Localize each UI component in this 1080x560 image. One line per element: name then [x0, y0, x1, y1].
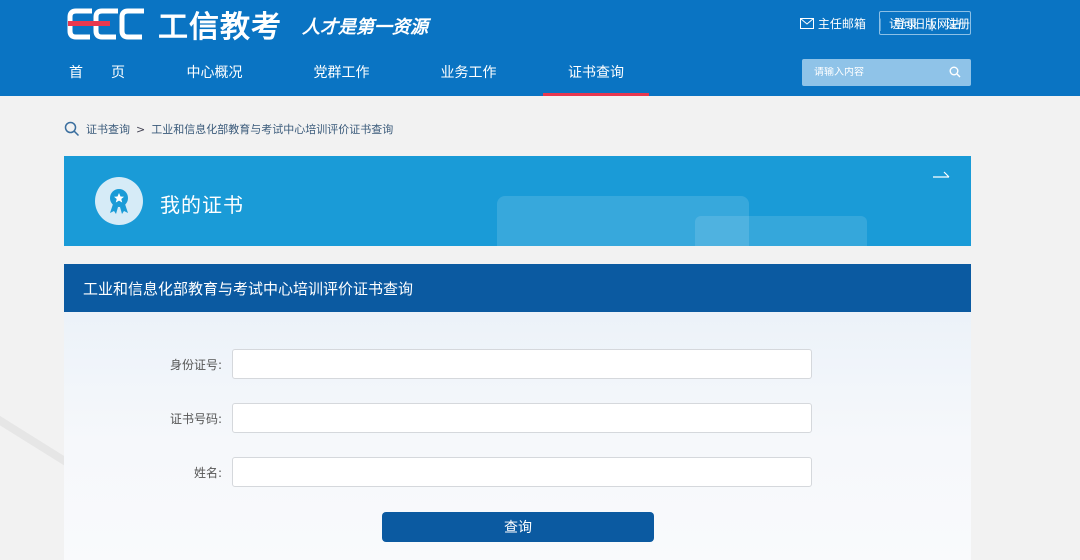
- nav-item-business[interactable]: 业务工作: [426, 48, 511, 96]
- breadcrumb-certificate-query[interactable]: 证书查询: [86, 121, 130, 137]
- old-site-button[interactable]: 访问旧版网站: [879, 11, 971, 35]
- mail-icon: [799, 18, 814, 29]
- search-icon[interactable]: [949, 66, 961, 78]
- certificate-number-field[interactable]: [232, 403, 812, 433]
- search-icon: [64, 121, 80, 137]
- certificate-number-label: 证书号码:: [169, 411, 222, 426]
- form-row-name: 姓名:: [64, 457, 812, 487]
- arrow-right-icon[interactable]: [933, 170, 951, 180]
- breadcrumb-separator: >: [136, 122, 146, 136]
- logo-chinese-name: 工信教考: [158, 10, 282, 45]
- form-title: 工业和信息化部教育与考试中心培训评价证书查询: [64, 264, 971, 312]
- query-button[interactable]: 查询: [382, 512, 654, 542]
- certificate-query-form: 工业和信息化部教育与考试中心培训评价证书查询 身份证号: 证书号码: 姓名: 查…: [64, 264, 971, 560]
- nav-item-certificate[interactable]: 证书查询: [543, 48, 649, 96]
- site-search: [802, 59, 971, 86]
- search-input[interactable]: [814, 67, 944, 78]
- nav-item-home[interactable]: 首 页: [64, 48, 130, 96]
- banner-title: 我的证书: [160, 193, 244, 217]
- cec-logo-mark: [66, 7, 150, 41]
- nav-item-about[interactable]: 中心概况: [172, 48, 257, 96]
- my-certificate-banner: 我的证书: [64, 156, 971, 246]
- site-logo[interactable]: 工信教考 人才是第一资源: [66, 6, 428, 45]
- nav-item-party[interactable]: 党群工作: [299, 48, 384, 96]
- main-nav: 首 页 中心概况 党群工作 业务工作 证书查询: [64, 48, 649, 96]
- name-label: 姓名:: [193, 465, 222, 480]
- id-number-label: 身份证号:: [169, 357, 222, 372]
- logo-slogan: 人才是第一资源: [302, 17, 428, 38]
- breadcrumb: 证书查询 > 工业和信息化部教育与考试中心培训评价证书查询: [64, 121, 393, 137]
- certificate-badge-icon: [95, 177, 143, 225]
- mail-link-label: 主任邮箱: [817, 17, 866, 31]
- director-mailbox-link[interactable]: 主任邮箱: [799, 15, 866, 32]
- banner-decoration: [695, 216, 867, 246]
- form-row-id: 身份证号:: [64, 349, 812, 379]
- form-row-cert: 证书号码:: [64, 403, 812, 433]
- site-header: 工信教考 人才是第一资源 主任邮箱 | 登录 | 注册 访问旧版网站 首 页 中…: [0, 0, 1080, 96]
- breadcrumb-current[interactable]: 工业和信息化部教育与考试中心培训评价证书查询: [151, 121, 393, 137]
- name-field[interactable]: [232, 457, 812, 487]
- id-number-field[interactable]: [232, 349, 812, 379]
